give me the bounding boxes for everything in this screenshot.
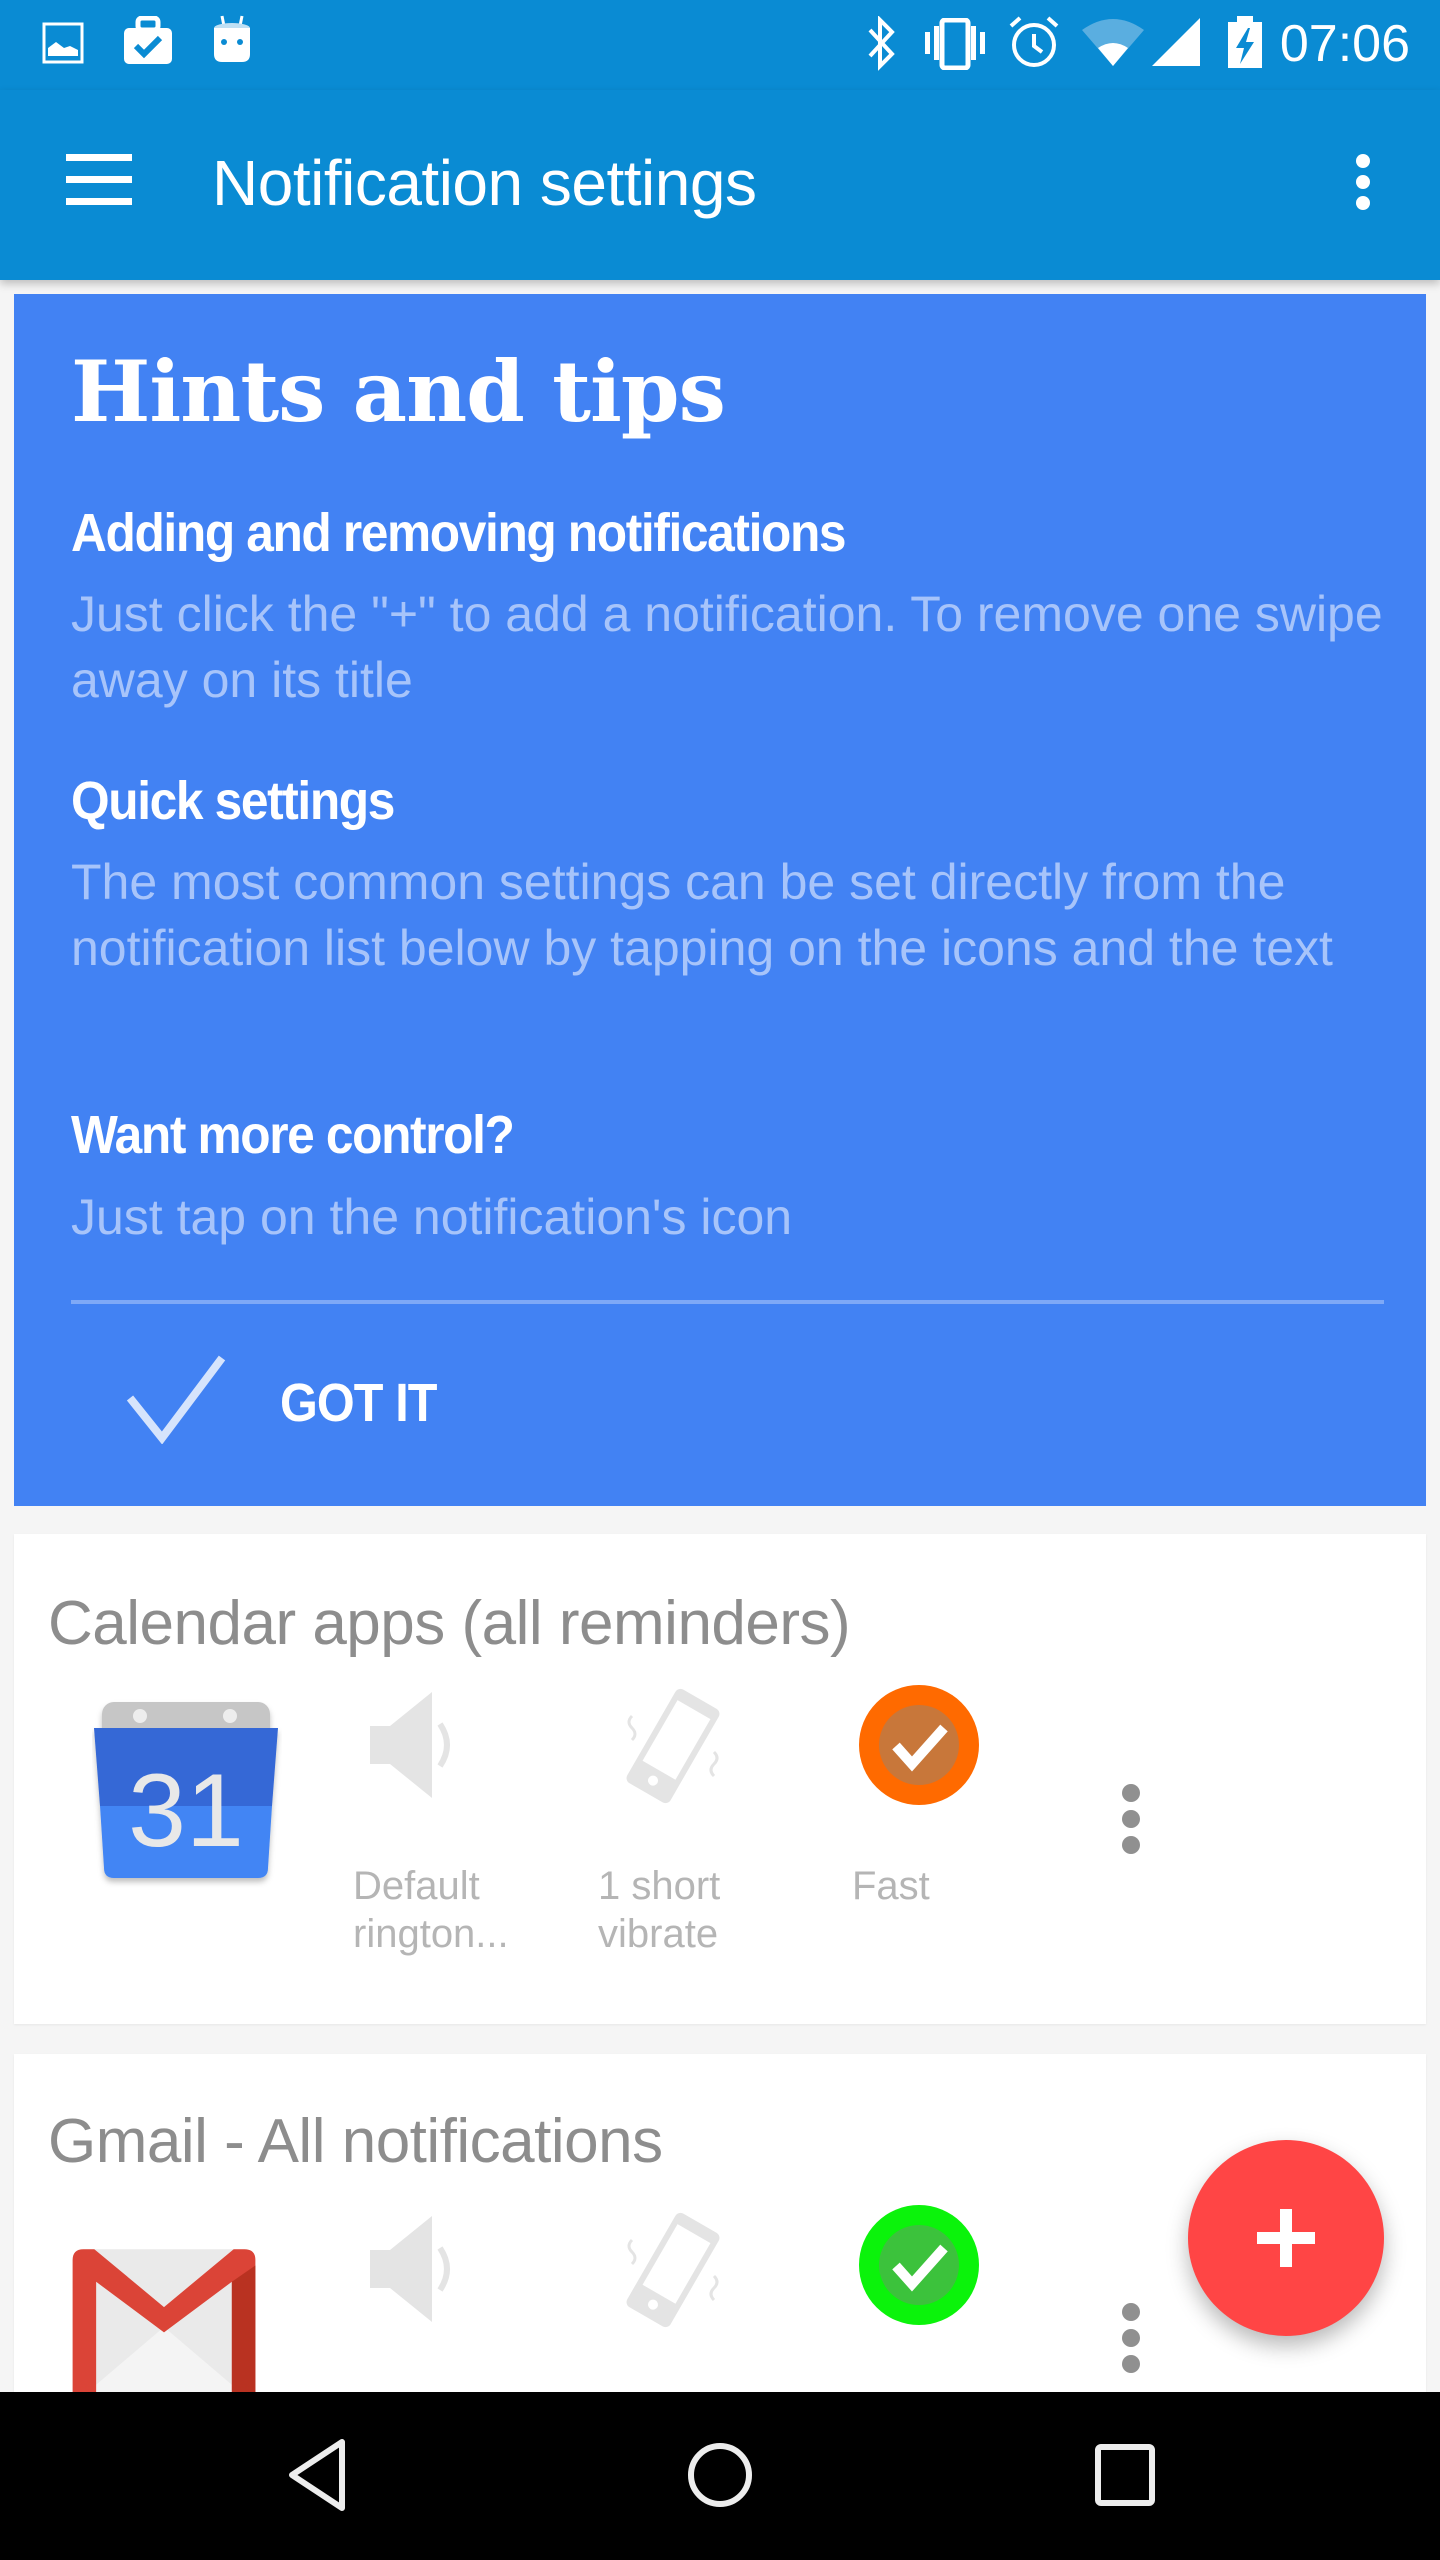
hint-body-quick-settings: The most common settings can be set dire… (71, 854, 1333, 976)
more-vert-icon-dot (1122, 2329, 1140, 2347)
recents-button[interactable] (1055, 2422, 1195, 2532)
vibrate-option[interactable]: 1 short vibrate (598, 1684, 798, 1984)
vibrate-icon (925, 18, 985, 70)
hint-heading-quick-settings: Quick settings (71, 771, 395, 831)
add-notification-fab[interactable] (1188, 2140, 1384, 2336)
more-vert-icon-dot (1122, 1810, 1140, 1828)
calendar-day-number: 31 (128, 1753, 244, 1869)
battery-charging-icon (1228, 16, 1262, 68)
page-title: Notification settings (212, 147, 757, 219)
notification-title[interactable]: Calendar apps (all reminders) (48, 1586, 851, 1662)
light-label: Fast (852, 1864, 930, 1908)
overflow-menu-button[interactable] (1330, 130, 1396, 230)
more-vert-icon-dot (1122, 2355, 1140, 2373)
google-calendar-icon[interactable]: 31 (92, 1698, 282, 1888)
wifi-icon (1082, 19, 1144, 66)
task-check-icon (124, 16, 172, 64)
led-light-check-icon (859, 1685, 979, 1805)
hamburger-menu-icon (66, 154, 132, 161)
more-vert-icon-dot (1356, 196, 1370, 210)
notification-card-calendar: Calendar apps (all reminders) 31 Default… (14, 1534, 1426, 2024)
android-icon (214, 15, 250, 62)
speaker-icon (370, 2216, 450, 2322)
more-vert-icon-dot (1122, 1836, 1140, 1854)
status-bar: 07:06 (0, 0, 1440, 90)
hint-body-adding-removing: Just click the "+" to add a notification… (71, 586, 1383, 708)
more-vert-icon (1122, 1784, 1140, 1802)
hint-heading-adding-removing: Adding and removing notifications (71, 503, 847, 563)
led-light-check-icon (859, 2205, 979, 2325)
recents-icon (1095, 2444, 1155, 2506)
gallery-icon (42, 22, 84, 64)
hint-body-more-control: Just tap on the notification's icon (71, 1189, 793, 1245)
hints-card: Hints and tips Adding and removing notif… (14, 294, 1426, 1506)
signal-icon (1152, 18, 1200, 66)
notification-more-button[interactable] (1111, 1778, 1151, 1888)
hint-heading-more-control: Want more control? (71, 1105, 515, 1165)
alarm-icon (1009, 16, 1059, 67)
more-vert-icon (1122, 2303, 1140, 2321)
speaker-icon (370, 1692, 450, 1798)
hints-divider (71, 1300, 1384, 1304)
more-vert-icon-dot (1356, 175, 1370, 189)
back-icon (289, 2439, 345, 2511)
bluetooth-icon (868, 16, 895, 71)
hamburger-menu-icon-bar (66, 198, 132, 205)
vibrate-label: 1 short vibrate (598, 1864, 721, 1956)
back-button[interactable] (246, 2422, 386, 2532)
system-nav-bar (0, 2392, 1440, 2560)
hints-title: Hints and tips (71, 342, 726, 441)
more-vert-icon (1356, 154, 1370, 168)
sound-label: Default rington... (353, 1864, 509, 1956)
app-bar: Notification settings (0, 90, 1440, 280)
home-button[interactable] (650, 2422, 790, 2532)
home-icon (688, 2443, 752, 2507)
vibrate-phone-icon (626, 2212, 720, 2328)
hamburger-menu-button[interactable] (50, 130, 150, 230)
got-it-button[interactable]: GOT IT (71, 1324, 491, 1474)
add-icon-vertical (1280, 2209, 1292, 2267)
hamburger-menu-icon-bar (66, 176, 132, 183)
notification-title[interactable]: Gmail - All notifications (48, 2104, 663, 2180)
sound-option[interactable]: Default rington... (353, 1684, 553, 1984)
light-option[interactable]: Fast (852, 1684, 1052, 1984)
clock-time: 07:06 (1279, 15, 1410, 73)
check-icon (126, 1355, 226, 1444)
got-it-label: GOT IT (280, 1373, 437, 1433)
vibrate-phone-icon (626, 1688, 720, 1804)
